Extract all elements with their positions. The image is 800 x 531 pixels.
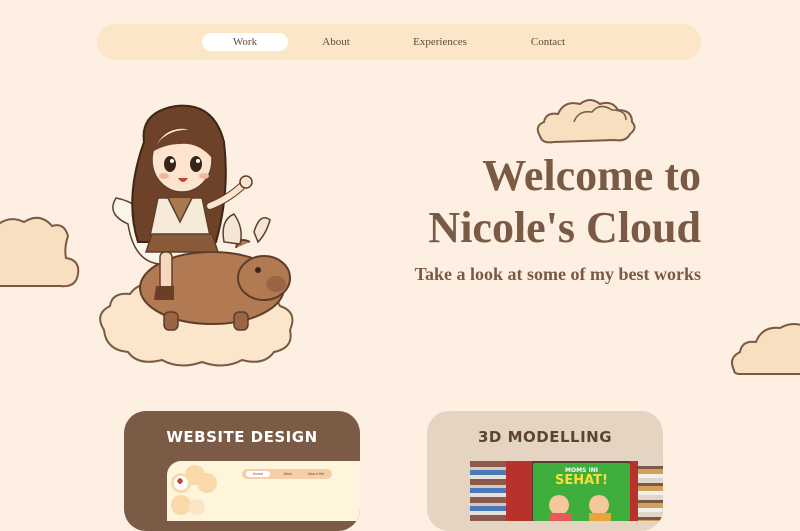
card-title: WEBSITE DESIGN <box>166 428 318 446</box>
hero-title: Welcome to Nicole's Cloud <box>341 150 701 254</box>
website-preview-thumbnail: Home Work About Me <box>167 461 360 521</box>
promo-banner: MOMS INI SEHAT! <box>533 463 630 521</box>
nav-item-about[interactable]: About <box>297 33 375 51</box>
cloud-right <box>731 323 800 375</box>
red-panel-left <box>506 461 532 521</box>
card-title: 3D MODELLING <box>477 428 613 446</box>
preview-nav-home: Home <box>246 471 270 477</box>
red-panel-right <box>630 461 638 521</box>
preview-nav-work: Work <box>283 472 293 476</box>
banner-main-text: SEHAT! <box>555 473 608 488</box>
nav-item-work[interactable]: Work <box>202 33 288 51</box>
preview-nav: Home Work About Me <box>242 469 332 479</box>
preview-nav-about: About Me <box>307 472 325 476</box>
card-website-design[interactable]: WEBSITE DESIGN Home Work About Me <box>124 411 360 531</box>
nav-item-experiences[interactable]: Experiences <box>397 33 483 51</box>
hero-subtitle: Take a look at some of my best works <box>414 264 701 284</box>
hero-title-line-2: Nicole's Cloud <box>428 203 701 252</box>
preview-cloud-graphic <box>171 465 217 515</box>
store-shelf-left <box>470 461 506 521</box>
hero-title-line-1: Welcome to <box>482 151 701 200</box>
3d-render-preview: MOMS INI SEHAT! <box>470 461 663 521</box>
banner-characters <box>549 495 611 521</box>
cloud-left <box>0 216 80 288</box>
card-3d-modelling[interactable]: 3D MODELLING MOMS INI SEHAT! <box>427 411 663 531</box>
cloud-top-right <box>536 99 636 144</box>
store-shelf-right <box>638 461 663 521</box>
hero-illustration <box>99 104 294 367</box>
nav-item-contact[interactable]: Contact <box>509 33 587 51</box>
top-nav: Work About Experiences Contact <box>97 24 701 60</box>
